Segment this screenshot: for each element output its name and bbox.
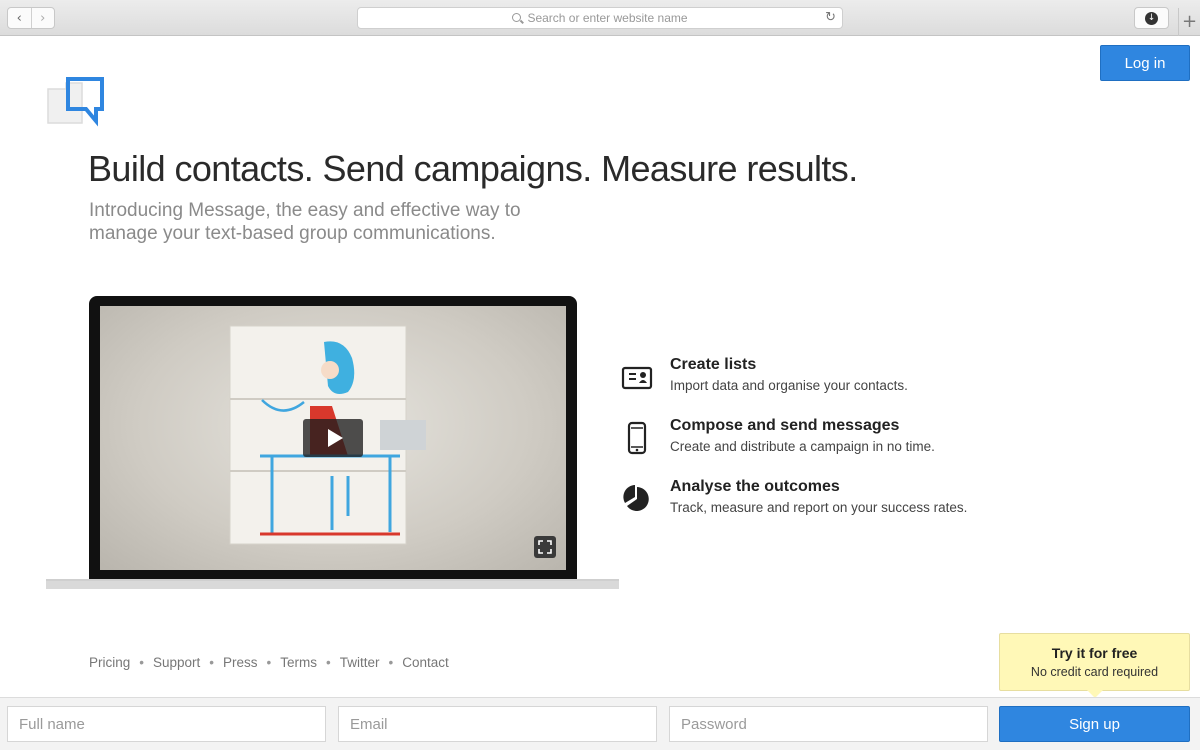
pie-chart-icon — [623, 485, 649, 511]
free-trial-tooltip: Try it for free No credit card required — [999, 633, 1190, 698]
tooltip-subtitle: No credit card required — [1030, 665, 1159, 679]
feature-description: Create and distribute a campaign in no t… — [670, 439, 935, 454]
play-icon[interactable] — [303, 419, 363, 457]
footer-link-terms[interactable]: Terms — [280, 655, 317, 670]
footer-link-contact[interactable]: Contact — [402, 655, 449, 670]
download-button[interactable]: ↓ — [1134, 7, 1169, 29]
address-bar[interactable]: Search or enter website name ↻ — [357, 7, 843, 29]
video-player[interactable] — [100, 306, 566, 570]
phone-icon — [627, 421, 647, 455]
signup-bar: Sign up — [0, 697, 1200, 750]
fullscreen-icon[interactable] — [534, 536, 556, 558]
full-name-field[interactable] — [7, 706, 326, 742]
reload-icon[interactable]: ↻ — [825, 10, 836, 25]
search-icon — [512, 12, 522, 22]
email-field[interactable] — [338, 706, 657, 742]
feature-description: Track, measure and report on your succes… — [670, 500, 968, 515]
footer-link-pricing[interactable]: Pricing — [89, 655, 130, 670]
footer-separator: • — [266, 655, 272, 670]
feature-create-lists: Create lists Import data and organise yo… — [620, 356, 1040, 406]
contact-card-icon — [621, 366, 653, 390]
footer-separator: • — [326, 655, 331, 670]
nav-buttons: ‹ › — [7, 7, 55, 29]
plus-icon[interactable]: + — [1178, 8, 1200, 36]
tooltip-title: Try it for free — [1051, 645, 1138, 661]
feature-description: Import data and organise your contacts. — [670, 378, 908, 393]
footer-link-press[interactable]: Press — [223, 655, 258, 670]
intro-text: Introducing Message, the easy and effect… — [89, 200, 521, 244]
speech-bubble-logo-icon[interactable] — [46, 77, 106, 127]
login-button[interactable]: Log in — [1100, 45, 1190, 81]
footer-link-twitter[interactable]: Twitter — [340, 655, 380, 670]
feature-compose-messages: Compose and send messages Create and dis… — [620, 417, 1040, 467]
chevron-left-icon[interactable]: ‹ — [8, 8, 31, 28]
page-title: Build contacts. Send campaigns. Measure … — [88, 148, 858, 189]
browser-toolbar: ‹ › Search or enter website name ↻ ↓ + — [0, 0, 1200, 36]
password-field[interactable] — [669, 706, 988, 742]
signup-button[interactable]: Sign up — [999, 706, 1190, 742]
feature-title: Create lists — [670, 356, 757, 373]
feature-title: Analyse the outcomes — [670, 478, 840, 495]
footer-link-support[interactable]: Support — [153, 655, 200, 670]
chevron-right-icon[interactable]: › — [30, 8, 55, 28]
download-icon: ↓ — [1145, 11, 1158, 25]
address-bar-placeholder: Search or enter website name — [527, 11, 688, 25]
laptop-frame — [89, 296, 577, 580]
footer-separator: • — [388, 655, 394, 670]
feature-analyse-outcomes: Analyse the outcomes Track, measure and … — [620, 478, 1040, 528]
footer-links: Pricing • Support • Press • Terms • Twitter • Cont… — [89, 655, 449, 670]
laptop-base — [46, 579, 619, 589]
feature-title: Compose and send messages — [670, 417, 900, 434]
footer-separator: • — [139, 655, 144, 670]
footer-separator: • — [209, 655, 215, 670]
